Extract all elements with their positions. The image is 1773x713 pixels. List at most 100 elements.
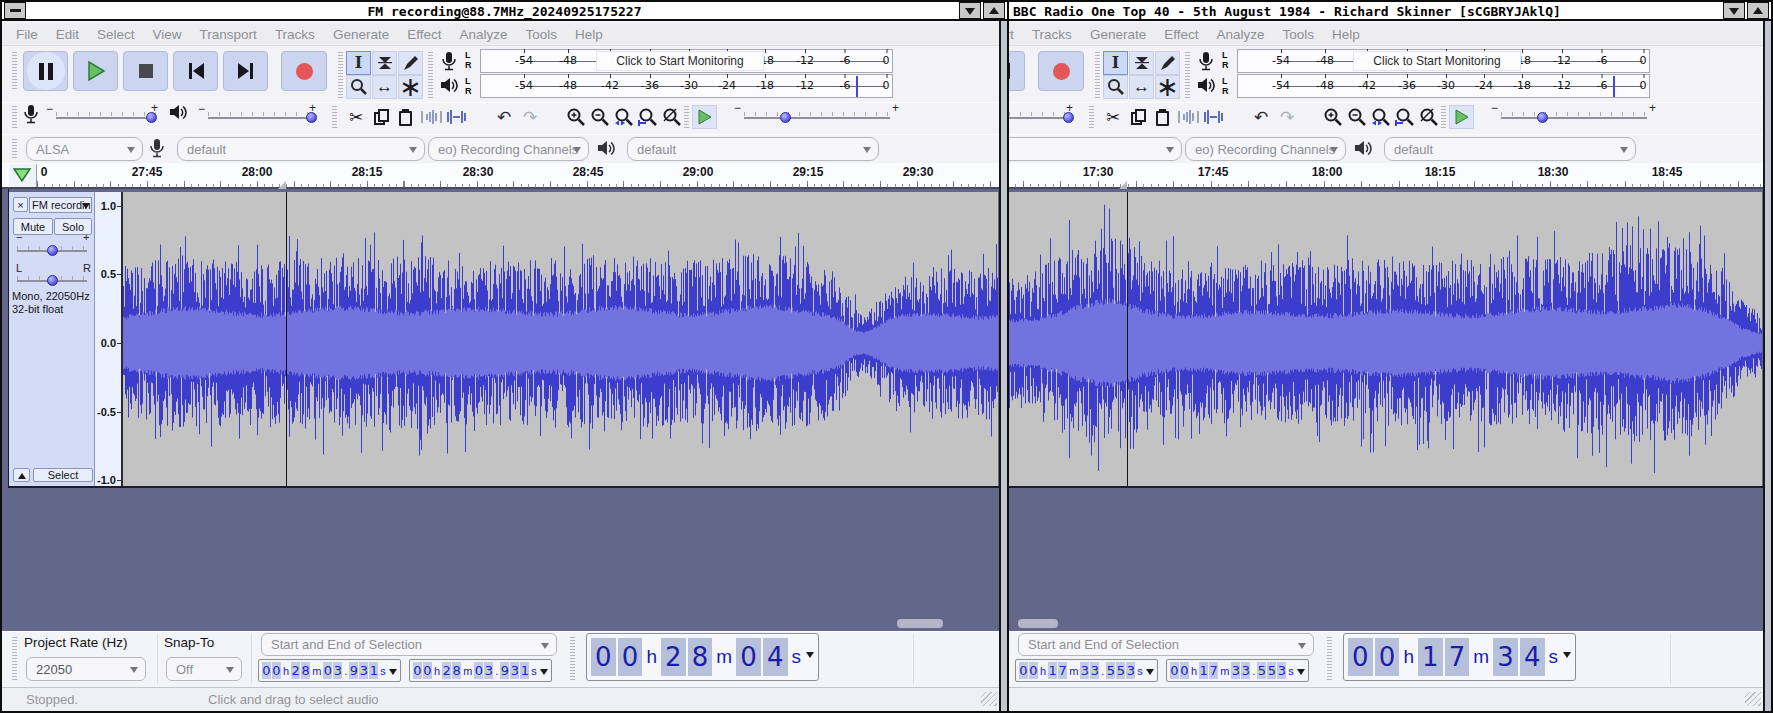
time-digit[interactable]: 0 [1375,638,1400,676]
waveform-display[interactable] [880,192,1762,486]
horizontal-scrollbar-thumb[interactable] [897,619,943,628]
playhead-handle[interactable] [1119,181,1127,189]
time-digit[interactable]: h [644,646,659,668]
toolbar-grip[interactable] [1441,106,1446,128]
selection-end-field[interactable]: 00h17m33.553s [1166,659,1309,682]
selection-end-field[interactable]: 00h28m03.931s [409,659,552,682]
menu-item[interactable]: Select [97,27,135,42]
audio-position-counter[interactable]: 00h28m04s [586,633,819,681]
time-digit[interactable]: . [1251,665,1256,677]
time-digit[interactable]: s [530,665,538,677]
time-digit[interactable]: h [1190,665,1198,677]
zoom-out-button[interactable] [588,105,612,129]
track-area[interactable]: × FM recordin Mute Solo − + L R Mono, 22… [2,189,1007,631]
time-digit[interactable]: m [1219,665,1230,677]
play-speed-slider[interactable] [1501,117,1647,119]
snap-to-dropdown[interactable]: Off [166,657,242,681]
raise-button[interactable] [983,2,1005,19]
redo-button[interactable]: ↷ [518,105,542,129]
time-digit[interactable]: 1 [520,662,529,679]
paste-button[interactable] [1150,105,1174,129]
menu-item[interactable]: Help [575,27,603,42]
selection-format-dropdown[interactable]: Start and End of Selection [1018,633,1314,656]
time-digit[interactable]: 7 [1445,638,1470,676]
time-digit[interactable]: . [1100,665,1105,677]
menu-item[interactable]: Tools [525,27,557,42]
paste-button[interactable] [393,105,417,129]
undo-button[interactable]: ↶ [492,105,516,129]
selection-start-field[interactable]: 00h28m03.931s [258,659,401,682]
zoom-fit-button[interactable] [636,105,660,129]
track-title-dropdown[interactable]: FM recordin [29,197,92,213]
zoom-in-button[interactable] [1321,105,1345,129]
chevron-down-icon[interactable] [1297,669,1305,679]
play-speed-knob[interactable] [780,112,791,123]
time-digit[interactable]: 0 [413,662,422,679]
time-digit[interactable]: 2 [291,662,300,679]
silence-audio-button[interactable] [1202,105,1226,129]
toolbar-grip[interactable] [12,139,17,159]
time-digit[interactable]: s [1547,646,1561,668]
time-digit[interactable]: 4 [1520,638,1545,676]
time-digit[interactable]: 3 [1241,662,1250,679]
menu-item[interactable]: Generate [333,27,389,42]
menu-item[interactable]: Tools [1282,27,1314,42]
waveform-display[interactable] [123,192,998,486]
time-digit[interactable]: 7 [1209,662,1218,679]
toolbar-grip[interactable] [1327,637,1332,681]
time-digit[interactable]: 0 [591,638,616,676]
playback-device-dropdown[interactable]: default [627,137,879,161]
time-digit[interactable]: h [1401,646,1416,668]
time-digit[interactable]: m [714,646,734,668]
time-digit[interactable]: 7 [1058,662,1067,679]
time-digit[interactable]: 3 [510,662,519,679]
toolbar-grip[interactable] [12,106,17,128]
track-control-panel[interactable]: × FM recordin Mute Solo − + L R Mono, 22… [9,192,95,486]
time-digit[interactable]: 5 [1257,662,1266,679]
chevron-down-icon[interactable] [1563,652,1571,662]
raise-button[interactable] [1747,2,1769,19]
time-digit[interactable]: 2 [661,638,686,676]
toolbar-grip[interactable] [12,637,17,681]
menu-item[interactable]: Help [1332,27,1360,42]
play-at-speed-button[interactable] [692,105,717,129]
time-digit[interactable]: 0 [262,662,271,679]
time-digit[interactable]: 8 [301,662,310,679]
monitor-text[interactable]: Click to Start Monitoring [1353,51,1521,71]
zoom-toggle-button[interactable] [660,105,684,129]
menu-item[interactable]: Effect [1164,27,1198,42]
time-digit[interactable]: 5 [1267,662,1276,679]
time-digit[interactable]: 3 [1080,662,1089,679]
vertical-scale-ruler[interactable]: 1.00.50.0-0.5-1.0 [95,192,123,486]
time-digit[interactable]: 9 [500,662,509,679]
menu-item[interactable]: Tracks [1032,27,1072,42]
lower-button[interactable] [1723,2,1745,19]
titlebar[interactable]: FM recording@88.7MHz_20240925175227 [2,2,1007,21]
time-digit[interactable]: s [1287,665,1295,677]
trim-audio-button[interactable] [420,105,444,129]
pan-knob[interactable] [47,275,58,286]
zoom-out-button[interactable] [1345,105,1369,129]
toolbar-grip[interactable] [570,637,575,681]
time-digit[interactable]: 0 [1170,662,1179,679]
time-digit[interactable]: 3 [1090,662,1099,679]
time-digit[interactable]: 8 [688,638,713,676]
time-digit[interactable]: 3 [359,662,368,679]
time-digit[interactable]: 8 [452,662,461,679]
time-digit[interactable]: s [379,665,387,677]
menu-item[interactable]: Edit [56,27,79,42]
time-digit[interactable]: 3 [1231,662,1240,679]
chevron-down-icon[interactable] [806,652,814,662]
time-digit[interactable]: m [462,665,473,677]
recording-channels-dropdown[interactable]: eo) Recording Channels [1185,137,1346,161]
recording-channels-dropdown[interactable]: eo) Recording Channels [428,137,589,161]
chevron-down-icon[interactable] [389,669,397,679]
time-digit[interactable]: . [343,665,348,677]
time-digit[interactable]: h [433,665,441,677]
menu-item[interactable]: View [153,27,182,42]
menu-item[interactable]: Generate [1090,27,1146,42]
zoom-selection-button[interactable] [1369,105,1393,129]
collapse-track-button[interactable] [13,468,30,482]
time-digit[interactable]: 5 [1116,662,1125,679]
time-digit[interactable]: 0 [423,662,432,679]
